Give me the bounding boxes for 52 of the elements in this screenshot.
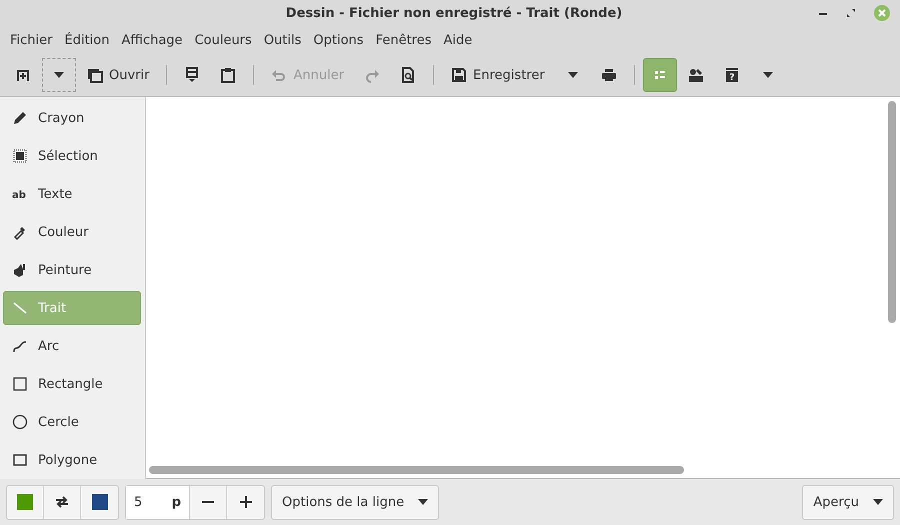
preview-button[interactable]: Aperçu (802, 484, 894, 520)
tool-item[interactable]: Crayon (3, 101, 141, 135)
menu-item[interactable]: Options (307, 32, 370, 48)
toolbox-icon (688, 67, 704, 83)
menu-item[interactable]: Fichier (4, 32, 58, 48)
toolbar-button[interactable]: Ouvrir (78, 58, 158, 92)
clipboard-icon (220, 67, 236, 83)
tool-item[interactable]: Arc (3, 329, 141, 363)
caret-icon (873, 499, 883, 505)
dropdown-button[interactable] (42, 58, 76, 92)
pencil-icon (12, 110, 28, 126)
menu-item[interactable]: Couleurs (188, 32, 258, 48)
document-search-icon (400, 67, 416, 83)
swap-arrows-icon (54, 494, 70, 510)
menu-item[interactable]: Outils (258, 32, 308, 48)
tool-item[interactable]: Couleur (3, 215, 141, 249)
tool-item[interactable]: Polygone (3, 443, 141, 477)
text-icon: ab (12, 186, 28, 202)
menu-item[interactable]: Fenêtres (370, 32, 438, 48)
printer-icon (600, 67, 617, 83)
windows-icon (87, 67, 103, 83)
horizontal-scrollbar[interactable] (149, 466, 684, 474)
caret-icon (762, 72, 773, 78)
tool-item[interactable]: Cercle (3, 405, 141, 439)
circle-icon (12, 414, 28, 430)
add-frame-icon (15, 67, 31, 83)
copy-icon (184, 67, 200, 83)
maximize-icon[interactable] (846, 8, 856, 18)
menu-item[interactable]: Édition (58, 32, 116, 48)
tool-item[interactable]: ab Texte (3, 177, 141, 211)
menu-item[interactable]: Affichage (115, 32, 189, 48)
redo-icon (364, 67, 380, 83)
vertical-scrollbar[interactable] (888, 101, 896, 323)
toolbar-icon-button[interactable]: ? (714, 58, 749, 92)
paint-bucket-icon (12, 262, 28, 278)
caret-icon (418, 499, 428, 505)
caret-icon (54, 72, 64, 78)
eyedropper-icon (12, 224, 28, 240)
plus-icon (240, 496, 252, 508)
tool-item[interactable]: Sélection (3, 139, 141, 173)
window-title: Dessin - Fichier non enregistré - Trait (Ronde) (284, 6, 624, 20)
line-options-button[interactable]: Options de la ligne (271, 484, 440, 520)
caret-icon (568, 72, 578, 78)
rectangle-icon (12, 376, 28, 392)
line-icon (12, 300, 28, 316)
selection-icon (12, 148, 28, 164)
size-field[interactable]: 5 p (126, 486, 190, 518)
tool-item[interactable]: Rectangle (3, 367, 141, 401)
tool-item[interactable]: Peinture (3, 253, 141, 287)
toolbar-button[interactable]: Enregistrer (442, 58, 554, 92)
menu-item[interactable]: Aide (438, 32, 478, 48)
polygon-icon (12, 452, 28, 468)
